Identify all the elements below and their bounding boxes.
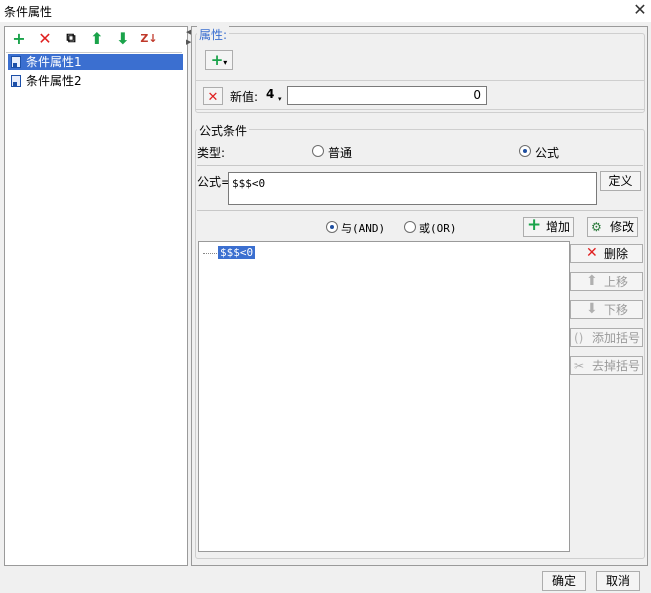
formula-text: $$$<0 — [232, 177, 266, 190]
formula-label: 公式= — [197, 175, 232, 189]
type-formula-radio[interactable] — [519, 145, 531, 157]
chevron-down-icon[interactable]: ▾ — [278, 95, 282, 103]
divider — [197, 165, 643, 166]
move-up-icon: ⬆ — [586, 273, 598, 289]
define-button[interactable]: 定义 — [600, 171, 641, 191]
value-type-selector[interactable]: 4 — [266, 87, 274, 101]
edit-icon: ⚙ — [591, 220, 602, 234]
ok-button[interactable]: 确定 — [542, 571, 586, 591]
tree-connector — [203, 253, 217, 254]
list-item[interactable]: 条件属性2 — [8, 73, 183, 89]
dropdown-arrow-icon: ▾ — [223, 58, 228, 67]
new-value-label: 新值: — [230, 90, 259, 104]
move-down-icon[interactable]: ⬇ — [114, 30, 132, 48]
tree-item[interactable]: $$$<0 — [218, 246, 256, 259]
remove-bracket-icon: ✂ — [574, 359, 585, 373]
type-normal-radio[interactable] — [312, 145, 324, 157]
or-radio[interactable] — [404, 221, 416, 233]
and-label: 与(AND) — [341, 222, 386, 235]
delete-icon: ✕ — [586, 245, 598, 261]
condition-list: 条件属性1 条件属性2 — [6, 52, 183, 562]
list-item-label: 条件属性2 — [26, 74, 82, 88]
new-value-input[interactable]: 0 — [287, 86, 487, 105]
add-icon: + — [210, 51, 224, 69]
add-bracket-button[interactable]: () 添加括号 — [570, 328, 643, 347]
delete-attribute-button[interactable]: ✕ — [203, 87, 223, 105]
list-item[interactable]: 条件属性1 — [8, 54, 183, 70]
add-attribute-button[interactable]: +▾ — [205, 50, 233, 70]
edit-condition-button[interactable]: ⚙ 修改 — [587, 217, 638, 237]
move-up-button[interactable]: ⬆ 上移 — [570, 272, 643, 291]
attributes-legend: 属性: — [197, 26, 230, 43]
edit-condition-label: 修改 — [609, 220, 634, 234]
and-radio[interactable] — [326, 221, 338, 233]
remove-bracket-label: 去掉括号 — [591, 359, 640, 373]
type-label: 类型: — [197, 146, 226, 160]
add-icon: + — [527, 215, 542, 235]
formula-input[interactable]: $$$<0 — [228, 172, 597, 205]
sort-icon[interactable]: Z↓ — [140, 30, 158, 48]
document-icon — [11, 56, 21, 68]
remove-bracket-button[interactable]: ✂ 去掉括号 — [570, 356, 643, 375]
title-bar — [0, 0, 651, 22]
condition-tree[interactable]: $$$<0 — [198, 241, 570, 552]
delete-label: 删除 — [603, 247, 628, 261]
type-formula-label: 公式 — [535, 146, 560, 160]
window-title: 条件属性 — [4, 5, 53, 19]
close-icon[interactable]: ✕ — [630, 0, 650, 20]
move-up-label: 上移 — [603, 275, 628, 289]
or-label: 或(OR) — [419, 222, 457, 235]
add-condition-label: 增加 — [545, 220, 570, 234]
delete-icon[interactable]: ✕ — [36, 30, 54, 48]
add-icon[interactable]: + — [10, 30, 28, 48]
copy-icon[interactable]: ⧉ — [62, 30, 80, 48]
move-down-button[interactable]: ⬇ 下移 — [570, 300, 643, 319]
cancel-button[interactable]: 取消 — [596, 571, 640, 591]
bracket-icon: () — [574, 331, 584, 345]
document-icon — [11, 75, 21, 87]
delete-button[interactable]: ✕ 删除 — [570, 244, 643, 263]
add-condition-button[interactable]: + 增加 — [523, 215, 574, 237]
type-normal-label: 普通 — [328, 146, 353, 160]
move-down-label: 下移 — [603, 303, 628, 317]
formula-condition-legend: 公式条件 — [197, 122, 250, 139]
divider — [197, 210, 643, 211]
move-up-icon[interactable]: ⬆ — [88, 30, 106, 48]
list-item-label: 条件属性1 — [26, 55, 82, 69]
add-bracket-label: 添加括号 — [591, 331, 640, 345]
move-down-icon: ⬇ — [586, 301, 598, 317]
delete-icon: ✕ — [207, 90, 219, 105]
